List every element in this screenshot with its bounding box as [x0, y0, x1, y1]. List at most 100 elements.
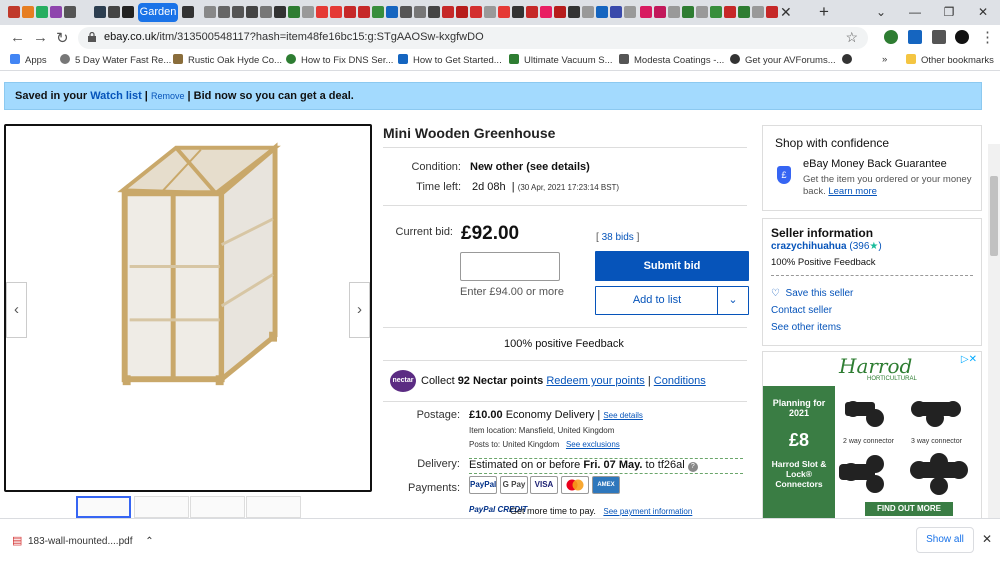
tab-favicon[interactable]: [526, 6, 538, 18]
tab-favicon[interactable]: [470, 6, 482, 18]
close-tab-icon[interactable]: ✕: [780, 4, 792, 21]
info-icon[interactable]: ?: [687, 462, 698, 472]
bookmark-star-icon[interactable]: ☆: [845, 29, 858, 46]
tab-garden[interactable]: Garden: [138, 3, 178, 22]
tab-favicon[interactable]: [640, 6, 652, 18]
tab-favicon[interactable]: [724, 6, 736, 18]
close-window-icon[interactable]: ✕: [966, 0, 1000, 25]
back-icon[interactable]: ←: [10, 29, 25, 46]
tab-favicon[interactable]: [512, 6, 524, 18]
reload-icon[interactable]: ↻: [56, 29, 69, 47]
bookmark-apps[interactable]: Apps: [10, 54, 47, 66]
bid-amount-input[interactable]: [460, 252, 560, 281]
tab-favicon[interactable]: [386, 6, 398, 18]
extension-icon[interactable]: [908, 30, 922, 44]
bookmarks-overflow-icon[interactable]: »: [882, 54, 887, 65]
watch-list-link[interactable]: Watch list: [90, 90, 142, 102]
postage-details-link[interactable]: See details: [603, 411, 643, 420]
harrod-advertisement[interactable]: ▷✕ Harrod HORTICULTURAL Planning for 202…: [762, 351, 982, 518]
tab-favicon[interactable]: [540, 6, 552, 18]
tab-favicon[interactable]: [668, 6, 680, 18]
tab-favicon[interactable]: [456, 6, 468, 18]
tab-favicon[interactable]: [484, 6, 496, 18]
profile-dropdown-icon[interactable]: ⌄: [864, 0, 898, 25]
page-scrollbar[interactable]: [988, 144, 1000, 518]
tab-favicon[interactable]: [260, 6, 272, 18]
thumbnail[interactable]: [246, 496, 301, 518]
tab-favicon[interactable]: [610, 6, 622, 18]
bids-count-link[interactable]: [ 38 bids ]: [596, 232, 639, 243]
bookmark-item[interactable]: Rustic Oak Hyde Co...: [173, 54, 282, 66]
tab-favicon[interactable]: [246, 6, 258, 18]
tab-favicon[interactable]: [36, 6, 48, 18]
new-tab-button[interactable]: +: [819, 2, 829, 22]
extension-icon[interactable]: [884, 30, 898, 44]
bookmark-item[interactable]: 5 Day Water Fast Re...: [60, 54, 171, 66]
tab-favicon[interactable]: [302, 6, 314, 18]
tab-favicon[interactable]: [94, 6, 106, 18]
tab-favicon[interactable]: [22, 6, 34, 18]
adchoices-icon[interactable]: ▷✕: [961, 354, 977, 365]
tab-favicon[interactable]: [498, 6, 510, 18]
tab-favicon[interactable]: [738, 6, 750, 18]
bookmark-item[interactable]: Ultimate Vacuum S...: [509, 54, 613, 66]
other-bookmarks[interactable]: Other bookmarks: [906, 54, 994, 66]
scrollbar-thumb[interactable]: [990, 176, 998, 256]
tab-favicon[interactable]: [624, 6, 636, 18]
next-image-button[interactable]: ›: [349, 282, 370, 338]
menu-icon[interactable]: ⋮: [980, 28, 995, 46]
chevron-down-icon[interactable]: ⌄: [717, 287, 748, 314]
thumbnail[interactable]: [134, 496, 189, 518]
puzzle-icon[interactable]: [932, 30, 946, 44]
restore-icon[interactable]: ❐: [932, 0, 966, 25]
find-out-more-button[interactable]: FIND OUT MORE: [865, 502, 953, 516]
see-exclusions-link[interactable]: See exclusions: [566, 440, 620, 449]
minimize-icon[interactable]: —: [898, 0, 932, 25]
see-other-items-link[interactable]: See other items: [771, 322, 841, 333]
tab-favicon[interactable]: [442, 6, 454, 18]
close-shelf-icon[interactable]: ✕: [982, 532, 992, 546]
tab-favicon[interactable]: [696, 6, 708, 18]
tab-favicon[interactable]: [218, 6, 230, 18]
learn-more-link[interactable]: Learn more: [828, 186, 877, 197]
bookmark-item[interactable]: How to Get Started...: [398, 54, 502, 66]
conditions-link[interactable]: Conditions: [654, 375, 706, 387]
previous-image-button[interactable]: ‹: [6, 282, 27, 338]
tab-favicon[interactable]: [182, 6, 194, 18]
submit-bid-button[interactable]: Submit bid: [595, 251, 749, 281]
avatar[interactable]: [955, 30, 969, 44]
redeem-points-link[interactable]: Redeem your points: [546, 375, 644, 387]
seller-name-link[interactable]: crazychihuahua: [771, 241, 847, 252]
tab-favicon[interactable]: [372, 6, 384, 18]
forward-icon[interactable]: →: [33, 29, 48, 46]
tab-favicon[interactable]: [344, 6, 356, 18]
tab-favicon[interactable]: [654, 6, 666, 18]
bookmark-item[interactable]: [842, 54, 857, 66]
tab-favicon[interactable]: [8, 6, 20, 18]
tab-favicon[interactable]: [428, 6, 440, 18]
chevron-up-icon[interactable]: ⌃: [145, 536, 153, 547]
bookmark-item[interactable]: Get your AVForums...: [730, 54, 836, 66]
tab-favicon[interactable]: [316, 6, 328, 18]
tab-favicon[interactable]: [64, 6, 76, 18]
add-to-list-button[interactable]: Add to list ⌄: [595, 286, 749, 315]
tab-favicon[interactable]: [752, 6, 764, 18]
tab-favicon[interactable]: [568, 6, 580, 18]
tab-favicon[interactable]: [358, 6, 370, 18]
show-all-button[interactable]: Show all: [916, 527, 974, 553]
tab-favicon[interactable]: [400, 6, 412, 18]
remove-link[interactable]: Remove: [151, 91, 185, 101]
tab-favicon[interactable]: [582, 6, 594, 18]
tab-favicon[interactable]: [766, 6, 778, 18]
tab-favicon[interactable]: [274, 6, 286, 18]
tab-favicon[interactable]: [288, 6, 300, 18]
tab-favicon[interactable]: [682, 6, 694, 18]
save-seller-link[interactable]: ♡ Save this seller: [771, 288, 853, 299]
tab-favicon[interactable]: [710, 6, 722, 18]
contact-seller-link[interactable]: Contact seller: [771, 305, 832, 316]
tab-favicon[interactable]: [232, 6, 244, 18]
bookmark-item[interactable]: Modesta Coatings -...: [619, 54, 724, 66]
payment-info-link[interactable]: See payment information: [603, 507, 692, 516]
product-image-panel[interactable]: ‹ ›: [4, 124, 372, 492]
tab-favicon[interactable]: [554, 6, 566, 18]
